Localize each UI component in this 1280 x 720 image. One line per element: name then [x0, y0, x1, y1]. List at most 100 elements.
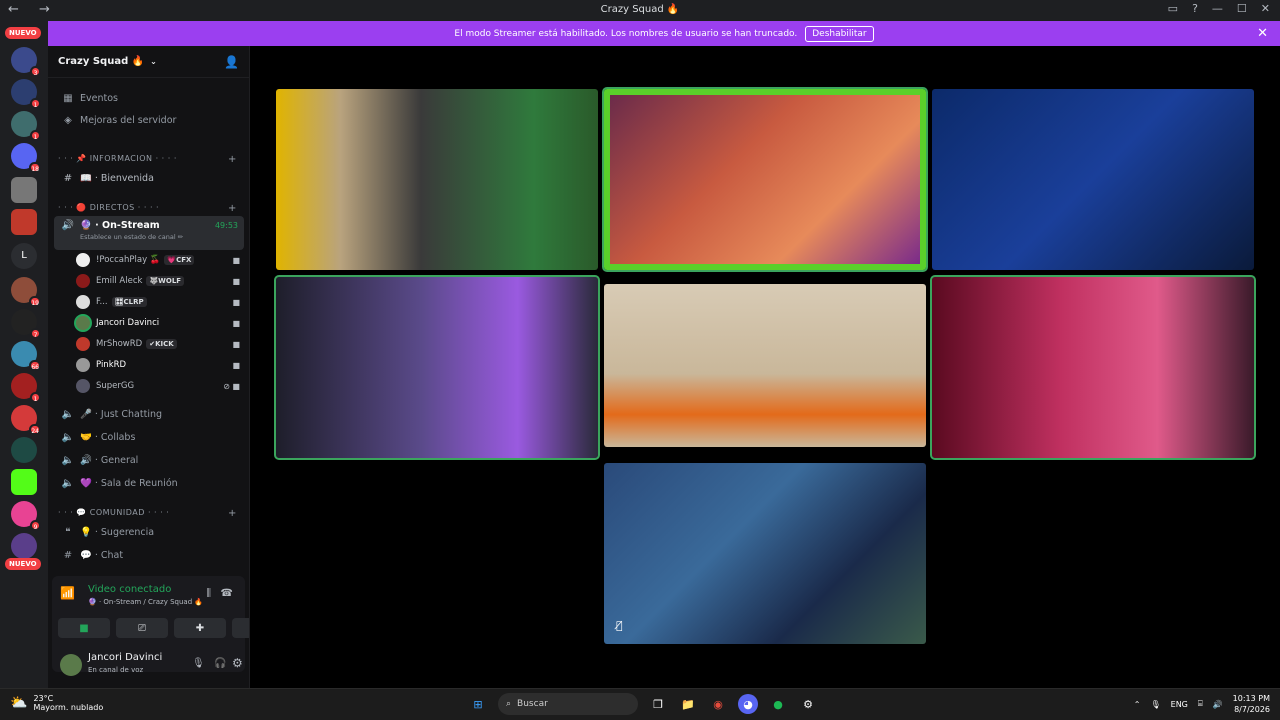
video-tile[interactable] [930, 275, 1256, 460]
steam-icon[interactable]: ⚙ [798, 694, 818, 714]
category-directos[interactable]: · · · 🔴 DIRECTOS · · · · + [58, 203, 236, 214]
avatar [76, 295, 90, 309]
kick-server-icon[interactable] [11, 469, 37, 495]
server-icon[interactable] [11, 533, 37, 559]
headphones-icon[interactable]: 🎧 [214, 658, 226, 669]
server-icon[interactable]: 66 [11, 341, 41, 371]
voice-channel-path[interactable]: 🔮 · On-Stream / Crazy Squad 🔥 [88, 598, 203, 606]
server-icon[interactable]: 1 [11, 111, 41, 141]
voice-status[interactable]: Video conectado [88, 584, 171, 595]
voice-user[interactable]: Emill Aleck 🐺WOLF ■ [76, 271, 244, 291]
server-icon[interactable]: 18 [11, 143, 41, 173]
server-icon[interactable]: 7 [11, 309, 41, 339]
avatar[interactable] [60, 654, 82, 676]
minimize-button[interactable]: — [1212, 2, 1223, 15]
spotify-icon[interactable]: ● [768, 694, 788, 714]
server-icon-l[interactable]: L [11, 243, 37, 269]
disable-streamer-button[interactable]: Deshabilitar [805, 25, 874, 42]
user-panel: Jancori Davinci En canal de voz 🎙 🎧 ⚙ [52, 646, 245, 684]
add-channel-icon[interactable]: + [228, 154, 237, 165]
chrome-icon[interactable]: ◉ [708, 694, 728, 714]
channel-sala-de-reunion[interactable]: 🔈 💜 · Sala de Reunión [54, 473, 244, 493]
server-icon[interactable]: 19 [11, 277, 41, 307]
invite-user-icon[interactable]: 👤 [224, 55, 239, 69]
server-icon[interactable]: 9 [11, 501, 41, 531]
new-badge: NUEVO [5, 27, 41, 39]
title-bar: ← → Crazy Squad 🔥 ▭ ? — ☐ ✕ [0, 0, 1280, 21]
boosts-item[interactable]: ◈ Mejoras del servidor [54, 110, 244, 130]
weather-widget[interactable]: ⛅ 23°C Mayorm. nublado [10, 694, 103, 712]
close-icon[interactable]: ✕ [1257, 26, 1268, 41]
server-icon[interactable]: 1 [11, 373, 41, 403]
noise-suppression-icon[interactable]: ⫼ [206, 588, 211, 599]
add-channel-icon[interactable]: + [228, 508, 237, 519]
video-tile[interactable] [274, 275, 600, 460]
clock[interactable]: 10:13 PM 8/7/2026 [1233, 693, 1270, 715]
voice-user[interactable]: MrShowRD ✔KICK ■ [76, 334, 244, 354]
speaker-icon: 🔈 [61, 408, 75, 420]
stream-timer: 49:53 [214, 221, 238, 230]
video-tile[interactable] [276, 89, 598, 270]
channel-sugerencia[interactable]: ❝ 💡 · Sugerencia [54, 522, 244, 542]
windows-start-icon[interactable]: ⊞ [468, 694, 488, 714]
activities-button[interactable]: ✚ [174, 618, 226, 638]
soundboard-button[interactable]: ✦ [232, 618, 249, 638]
close-button[interactable]: ✕ [1261, 2, 1270, 15]
window-title: Crazy Squad 🔥 [600, 4, 680, 15]
microphone-icon[interactable]: 🎙 [1150, 700, 1160, 709]
channel-general[interactable]: 🔈 🔊 · General [54, 450, 244, 470]
voice-user[interactable]: F... 🎛CLRP ■ [76, 292, 244, 312]
volume-icon[interactable]: 🔊 [1213, 700, 1223, 709]
task-view-icon[interactable]: ❐ [648, 694, 668, 714]
video-tile[interactable] [602, 87, 928, 272]
channel-chat[interactable]: # 💬 · Chat [54, 545, 244, 565]
server-icon[interactable]: 1 [11, 79, 41, 109]
search-box[interactable]: ⌕ Buscar [498, 693, 638, 715]
maximize-button[interactable]: ☐ [1237, 2, 1247, 15]
channel-collabs[interactable]: 🔈 🤝 · Collabs [54, 427, 244, 447]
category-informacion[interactable]: · · · 📌 INFORMACION · · · · + [58, 154, 236, 165]
disconnect-icon[interactable]: ☎ [221, 588, 233, 599]
video-tile[interactable] [932, 89, 1254, 270]
banner-text: El modo Streamer está habilitado. Los no… [454, 28, 798, 39]
file-explorer-icon[interactable]: 📁 [678, 694, 698, 714]
network-icon[interactable]: ⌸ [1198, 699, 1203, 709]
voice-user[interactable]: !PoccahPlay 🍒 💗CFX ■ [76, 250, 244, 270]
server-icon[interactable] [11, 437, 37, 463]
muted-camera-icon: ⊘ ■ [223, 381, 240, 391]
new-badge: NUEVO [5, 558, 41, 570]
server-icon[interactable]: 24 [11, 405, 41, 435]
inbox-icon[interactable]: ▭ [1168, 2, 1178, 15]
channel-just-chatting[interactable]: 🔈 🎤 · Just Chatting [54, 404, 244, 424]
forum-icon: ❝ [65, 526, 71, 538]
channel-status[interactable]: Establece un estado de canal ✏ [80, 233, 183, 241]
microphone-icon[interactable]: 🎙 [192, 658, 205, 669]
guild-header[interactable]: Crazy Squad 🔥 ⌄ 👤 [48, 46, 249, 78]
speaker-icon: 🔊 [61, 220, 75, 231]
server-icon[interactable]: 3 [11, 47, 41, 77]
signal-icon[interactable]: 📶 [60, 586, 75, 600]
server-icon[interactable] [11, 177, 37, 203]
channel-sidebar: Crazy Squad 🔥 ⌄ 👤 ▦ Eventos ◈ Mejoras del … [48, 46, 250, 688]
category-comunidad[interactable]: · · · 💬 COMUNIDAD · · · · + [58, 508, 236, 519]
camera-button[interactable]: ■ [58, 618, 110, 638]
video-tile[interactable]: 🎙̸ [604, 463, 926, 644]
events-item[interactable]: ▦ Eventos [54, 88, 244, 108]
server-icon[interactable] [11, 209, 37, 235]
discord-icon[interactable]: ◕ [738, 694, 758, 714]
voice-user[interactable]: SuperGG ⊘ ■ [76, 376, 244, 396]
camera-icon: ■ [232, 318, 240, 328]
channel-bienvenida[interactable]: # 📖 · Bienvenida [54, 168, 244, 188]
voice-user[interactable]: PinkRD ■ [76, 355, 244, 375]
username[interactable]: Jancori Davinci [88, 652, 162, 663]
language-indicator[interactable]: ENG [1171, 700, 1188, 709]
video-tile[interactable] [604, 284, 926, 447]
voice-user[interactable]: Jancori Davinci ■ [76, 313, 244, 333]
camera-icon: ■ [232, 255, 240, 265]
screen-share-button[interactable]: ⎚ [116, 618, 168, 638]
settings-gear-icon[interactable]: ⚙ [232, 656, 243, 670]
add-channel-icon[interactable]: + [228, 203, 237, 214]
help-icon[interactable]: ? [1192, 2, 1198, 15]
chevron-up-icon[interactable]: ⌃ [1134, 700, 1141, 709]
channel-on-stream[interactable]: 🔊 🔮 · On-Stream Establece un estado de c… [54, 216, 244, 250]
